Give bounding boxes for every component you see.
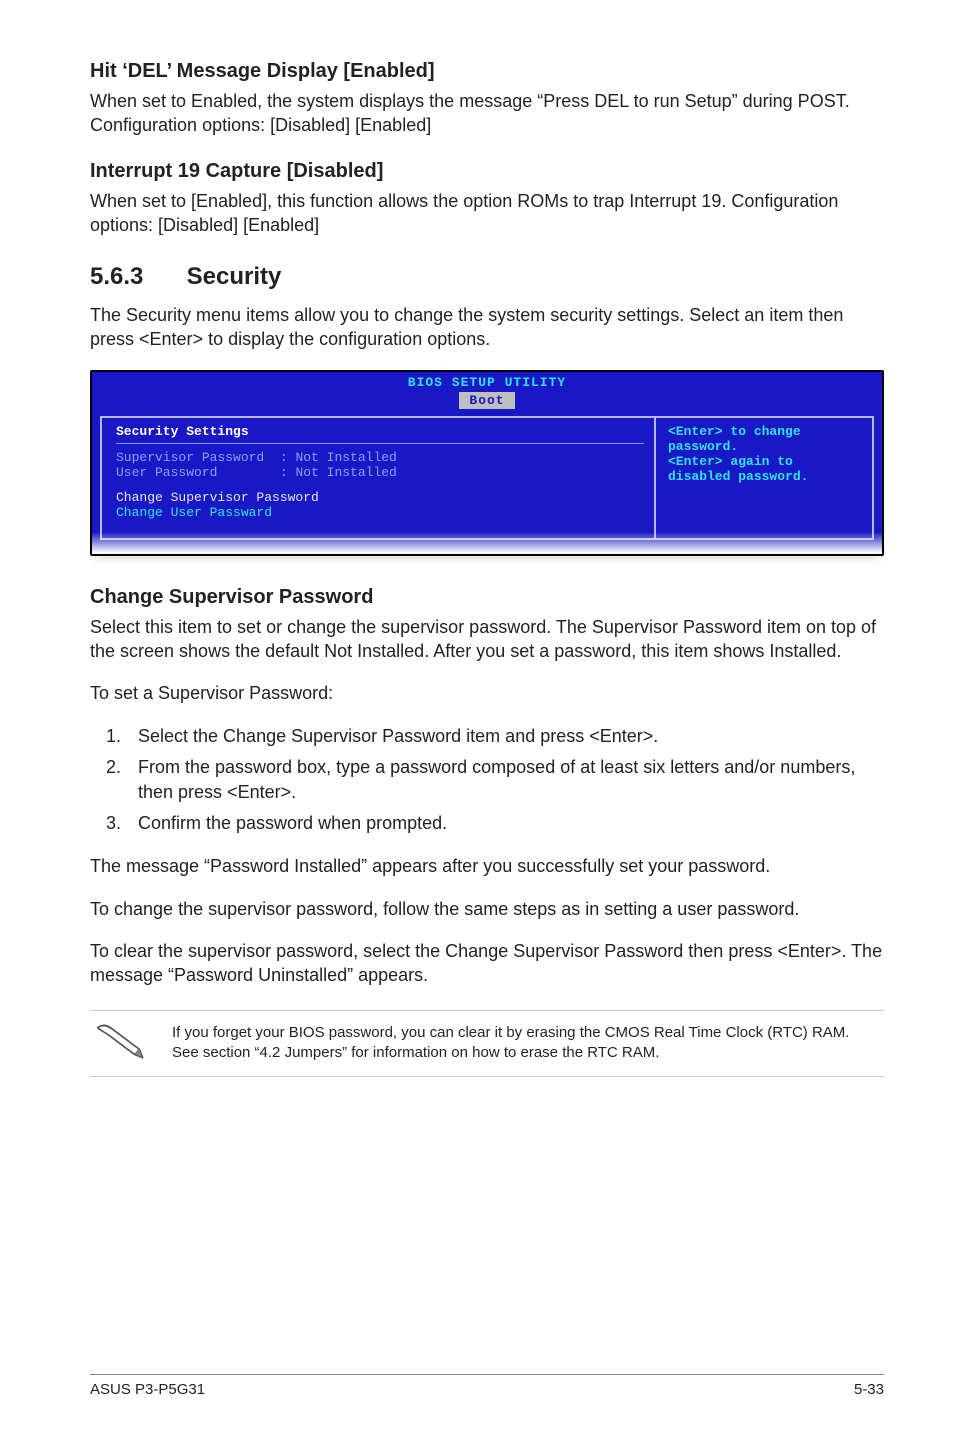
heading-change-supervisor-password: Change Supervisor Password xyxy=(90,586,884,609)
note-text: If you forget your BIOS password, you ca… xyxy=(172,1023,880,1064)
bios-supervisor-password-row: Supervisor Password : Not Installed xyxy=(116,450,644,465)
bios-screenshot: BIOS SETUP UTILITY Boot Security Setting… xyxy=(90,370,884,556)
text-hit-del-desc: When set to Enabled, the system displays… xyxy=(90,89,884,138)
step-2: From the password box, type a password c… xyxy=(126,755,884,805)
footer-page-number: 5-33 xyxy=(854,1381,884,1398)
bios-security-settings-title: Security Settings xyxy=(116,424,644,439)
pencil-note-icon xyxy=(94,1021,148,1066)
footer-model: ASUS P3-P5G31 xyxy=(90,1381,205,1398)
bios-left-pane: Security Settings Supervisor Password : … xyxy=(100,416,654,540)
after-text-3: To clear the supervisor password, select… xyxy=(90,939,884,988)
heading-hit-del: Hit ‘DEL’ Message Display [Enabled] xyxy=(90,60,884,83)
heading-interrupt-19: Interrupt 19 Capture [Disabled] xyxy=(90,160,884,183)
bios-user-password-row: User Password : Not Installed xyxy=(116,465,644,480)
after-text-1: The message “Password Installed” appears… xyxy=(90,854,884,878)
procedure-steps: Select the Change Supervisor Password it… xyxy=(90,724,884,837)
bios-help-pane: <Enter> to change password. <Enter> agai… xyxy=(654,416,874,540)
text-change-supervisor-desc: Select this item to set or change the su… xyxy=(90,615,884,664)
bios-title: BIOS SETUP UTILITY xyxy=(408,375,566,390)
step-3: Confirm the password when prompted. xyxy=(126,811,884,836)
note-callout: If you forget your BIOS password, you ca… xyxy=(90,1010,884,1077)
bios-help-text: <Enter> to change password. <Enter> agai… xyxy=(668,424,862,484)
section-number: 5.6.3 xyxy=(90,263,180,291)
bios-change-supervisor-item: Change Supervisor Password xyxy=(116,490,319,505)
after-text-2: To change the supervisor password, follo… xyxy=(90,897,884,921)
bios-change-user-item: Change User Passward xyxy=(116,505,272,520)
bios-divider xyxy=(116,443,644,444)
step-1: Select the Change Supervisor Password it… xyxy=(126,724,884,749)
bios-menu-items: Change Supervisor Password Change User P… xyxy=(116,490,644,520)
procedure-lead: To set a Supervisor Password: xyxy=(90,681,884,705)
section-intro: The Security menu items allow you to cha… xyxy=(90,303,884,352)
bios-window: BIOS SETUP UTILITY Boot Security Setting… xyxy=(90,370,884,556)
text-interrupt-19-desc: When set to [Enabled], this function all… xyxy=(90,189,884,238)
bios-boot-tab: Boot xyxy=(459,392,514,409)
page-footer: ASUS P3-P5G31 5-33 xyxy=(90,1374,884,1398)
bios-header: BIOS SETUP UTILITY Boot xyxy=(92,372,882,410)
section-heading: 5.6.3 Security xyxy=(90,263,884,291)
section-name: Security xyxy=(187,263,282,290)
